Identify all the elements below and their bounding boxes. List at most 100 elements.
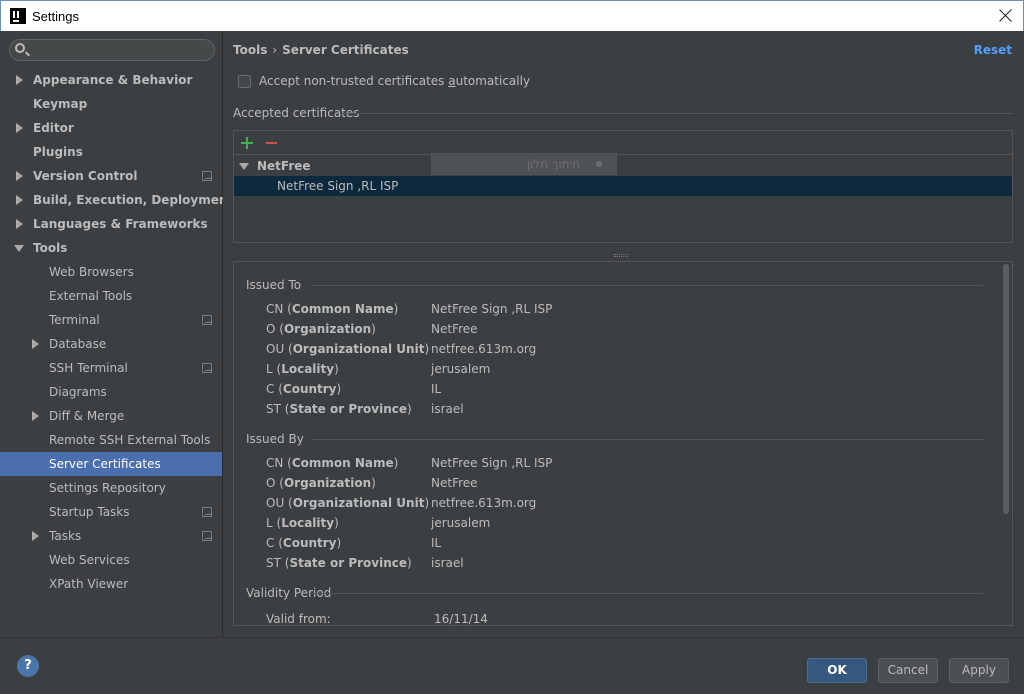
breadcrumb-separator: › [272, 43, 278, 57]
search-input[interactable] [32, 42, 208, 58]
certificate-group[interactable]: NetFree חיתוך חלון [234, 153, 1012, 176]
collapsed-arrow-icon[interactable] [32, 531, 39, 541]
close-icon[interactable] [999, 8, 1013, 22]
breadcrumb: Tools › Server Certificates [233, 43, 409, 57]
title-bar: Settings [0, 0, 1024, 31]
sidebar-item-settings-repository[interactable]: Settings Repository [0, 476, 222, 500]
sidebar-item-plugins[interactable]: Plugins [0, 140, 222, 164]
sidebar-item-label: Server Certificates [49, 457, 161, 471]
sidebar-item-label: Editor [33, 121, 74, 135]
collapsed-arrow-icon[interactable] [16, 75, 23, 85]
section-divider [312, 285, 983, 286]
ghost-overlay-text: חיתוך חלון [527, 157, 581, 171]
field-value: jerusalem [431, 362, 491, 376]
window-title: Settings [32, 8, 79, 24]
field-label: CN (Common Name) [266, 302, 399, 316]
collapsed-arrow-icon[interactable] [16, 219, 23, 229]
sidebar-item-label: Web Browsers [49, 265, 134, 279]
sidebar-item-label: Tools [33, 241, 68, 255]
field-label: C (Country) [266, 382, 342, 396]
project-settings-icon [202, 507, 212, 517]
help-button[interactable]: ? [17, 655, 39, 677]
certificate-group-label: NetFree [257, 159, 311, 173]
details-scrollbar[interactable] [1003, 264, 1009, 514]
field-label: CN (Common Name) [266, 456, 399, 470]
sidebar-item-label: Database [49, 337, 107, 351]
sidebar-item-diff-merge[interactable]: Diff & Merge [0, 404, 222, 428]
expanded-arrow-icon[interactable] [14, 245, 24, 252]
certificates-list: NetFree חיתוך חלון NetFree Sign ,RL ISP [233, 130, 1013, 243]
reset-link[interactable]: Reset [974, 43, 1012, 57]
apply-button[interactable]: Apply [949, 658, 1009, 683]
settings-sidebar: Appearance & Behavior Keymap Editor Plugins… [0, 31, 233, 637]
search-box[interactable] [9, 39, 215, 61]
sidebar-item-diagrams[interactable]: Diagrams [0, 380, 222, 404]
expanded-arrow-icon[interactable] [239, 163, 249, 170]
sidebar-item-editor[interactable]: Editor [0, 116, 222, 140]
sidebar-item-startup-tasks[interactable]: Startup Tasks [0, 500, 222, 524]
field-value: israel [431, 402, 464, 416]
field-value: IL [431, 536, 442, 550]
project-settings-icon [202, 363, 212, 373]
field-label: C (Country) [266, 536, 342, 550]
accept-untrusted-checkbox[interactable] [238, 74, 251, 88]
sidebar-item-terminal[interactable]: Terminal [0, 308, 222, 332]
sidebar-item-languages-frameworks[interactable]: Languages & Frameworks [0, 212, 222, 236]
sidebar-item-label: External Tools [49, 289, 133, 303]
collapsed-arrow-icon[interactable] [32, 411, 39, 421]
sidebar-item-tasks[interactable]: Tasks [0, 524, 222, 548]
sidebar-item-label: Diff & Merge [49, 409, 125, 423]
sidebar-item-label: Languages & Frameworks [33, 217, 208, 231]
sidebar-item-label: Startup Tasks [49, 505, 130, 519]
sidebar-item-label: Terminal [49, 313, 100, 327]
splitter-handle[interactable] [614, 254, 628, 257]
sidebar-item-keymap[interactable]: Keymap [0, 92, 222, 116]
sidebar-item-appearance-behavior[interactable]: Appearance & Behavior [0, 68, 222, 92]
certificates-toolbar [234, 131, 1012, 155]
sidebar-item-tools[interactable]: Tools [0, 236, 222, 260]
sidebar-item-version-control[interactable]: Version Control [0, 164, 222, 188]
field-value: netfree.613m.org [431, 342, 537, 356]
field-value: NetFree [431, 322, 478, 336]
collapsed-arrow-icon[interactable] [16, 171, 23, 181]
field-value: israel [431, 556, 464, 570]
sidebar-item-xpath-viewer[interactable]: XPath Viewer [0, 572, 222, 596]
sidebar-item-build-execution-deployment[interactable]: Build, Execution, Deployment [0, 188, 233, 212]
section-divider [312, 593, 983, 594]
sidebar-item-database[interactable]: Database [0, 332, 222, 356]
project-settings-icon [202, 531, 212, 541]
dialog-footer: ? OK Cancel Apply [0, 637, 1024, 694]
field-label: ST (State or Province) [266, 402, 412, 416]
add-icon[interactable] [241, 137, 253, 149]
project-settings-icon [202, 171, 212, 181]
sidebar-item-label: Web Services [49, 553, 130, 567]
field-value: NetFree Sign ,RL ISP [431, 302, 553, 316]
ghost-drag-overlay: חיתוך חלון [431, 153, 617, 175]
sidebar-item-web-services[interactable]: Web Services [0, 548, 222, 572]
sidebar-item-label: Keymap [33, 97, 88, 111]
search-icon [15, 43, 25, 53]
sidebar-item-external-tools[interactable]: External Tools [0, 284, 222, 308]
field-label: L (Locality) [266, 516, 339, 530]
sidebar-item-label: Settings Repository [49, 481, 166, 495]
remove-icon[interactable] [266, 142, 277, 144]
section-divider [312, 439, 983, 440]
field-value: netfree.613m.org [431, 496, 537, 510]
collapsed-arrow-icon[interactable] [16, 123, 23, 133]
breadcrumb-current: Server Certificates [282, 43, 409, 57]
ok-button[interactable]: OK [807, 658, 867, 683]
collapsed-arrow-icon[interactable] [32, 339, 39, 349]
field-label: O (Organization) [266, 476, 376, 490]
field-label: ST (State or Province) [266, 556, 412, 570]
sidebar-item-web-browsers[interactable]: Web Browsers [0, 260, 222, 284]
sidebar-item-remote-ssh-external-tools[interactable]: Remote SSH External Tools [0, 428, 222, 452]
sidebar-item-server-certificates[interactable]: Server Certificates [0, 452, 222, 476]
certificate-item-selected[interactable]: NetFree Sign ,RL ISP [234, 176, 1012, 196]
field-label: OU (Organizational Unit) [266, 496, 430, 510]
collapsed-arrow-icon[interactable] [16, 195, 23, 205]
sidebar-item-label: Build, Execution, Deployment [33, 193, 234, 207]
sidebar-item-ssh-terminal[interactable]: SSH Terminal [0, 356, 222, 380]
accept-untrusted-row[interactable]: Accept non-trusted certificates automati… [238, 74, 530, 88]
field-label: O (Organization) [266, 322, 376, 336]
cancel-button[interactable]: Cancel [878, 658, 938, 683]
